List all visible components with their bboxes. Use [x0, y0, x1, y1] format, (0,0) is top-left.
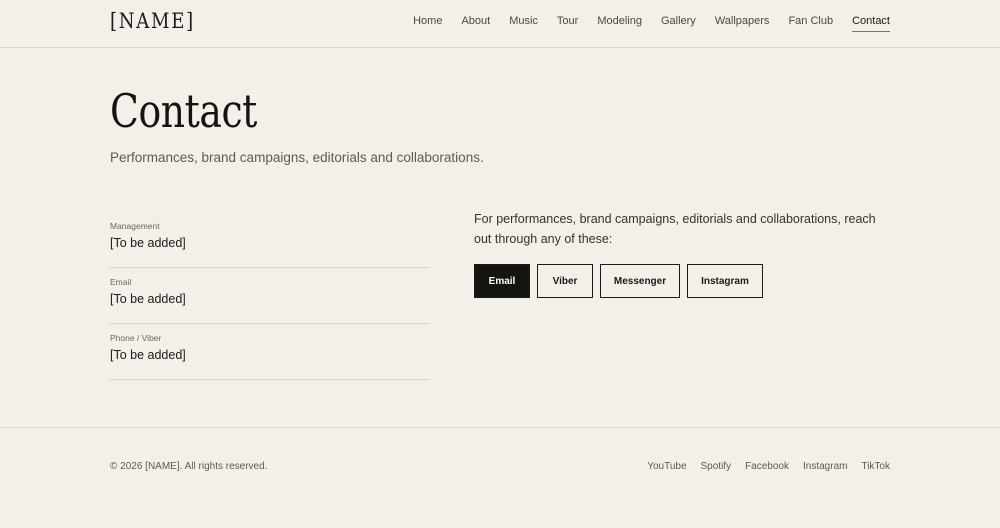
main-nav: Home About Music Tour Modeling Gallery W… — [394, 15, 890, 32]
nav-link-home[interactable]: Home — [413, 15, 442, 32]
site-header: [NAME] Home About Music Tour Modeling Ga… — [0, 0, 1000, 48]
contact-label: Phone / Viber — [110, 333, 162, 343]
footer-link-youtube[interactable]: YouTube — [647, 461, 686, 472]
nav-link-fan-club[interactable]: Fan Club — [788, 15, 833, 32]
contact-value: [To be added] — [110, 348, 186, 362]
contact-label: Management — [110, 221, 160, 231]
footer-link-tiktok[interactable]: TikTok — [861, 461, 890, 472]
footer-link-instagram[interactable]: Instagram — [803, 461, 847, 472]
nav-link-wallpapers[interactable]: Wallpapers — [715, 15, 770, 32]
nav-link-about[interactable]: About — [461, 15, 490, 32]
nav-link-contact[interactable]: Contact — [852, 15, 890, 32]
instagram-button[interactable]: Instagram — [687, 264, 763, 298]
nav-link-modeling[interactable]: Modeling — [597, 15, 642, 32]
contact-row-phone-viber: Phone / Viber [To be added] — [110, 324, 430, 380]
contact-row-management: Management [To be added] — [110, 212, 430, 268]
footer-link-facebook[interactable]: Facebook — [745, 461, 789, 472]
email-button[interactable]: Email — [474, 264, 530, 298]
page-title: Contact — [110, 84, 257, 138]
contact-buttons: Email Viber Messenger Instagram — [474, 264, 770, 298]
nav-link-tour[interactable]: Tour — [557, 15, 578, 32]
contact-value: [To be added] — [110, 236, 186, 250]
site-footer: © 2026 [NAME]. All rights reserved. YouT… — [0, 427, 1000, 528]
copyright-text: © 2026 [NAME]. All rights reserved. — [110, 461, 268, 472]
page: [NAME] Home About Music Tour Modeling Ga… — [0, 0, 1000, 528]
contact-row-email: Email [To be added] — [110, 268, 430, 324]
messenger-button[interactable]: Messenger — [600, 264, 680, 298]
contact-intro: For performances, brand campaigns, edito… — [474, 212, 876, 246]
site-logo[interactable]: [NAME] — [110, 9, 195, 33]
nav-link-gallery[interactable]: Gallery — [661, 15, 696, 32]
nav-link-music[interactable]: Music — [509, 15, 538, 32]
page-subtitle: Performances, brand campaigns, editorial… — [110, 150, 484, 165]
contact-details: Management [To be added] Email [To be ad… — [110, 212, 430, 380]
social-links: YouTube Spotify Facebook Instagram TikTo… — [633, 461, 890, 472]
footer-link-spotify[interactable]: Spotify — [701, 461, 732, 472]
contact-label: Email — [110, 277, 132, 287]
contact-value: [To be added] — [110, 292, 186, 306]
viber-button[interactable]: Viber — [537, 264, 593, 298]
